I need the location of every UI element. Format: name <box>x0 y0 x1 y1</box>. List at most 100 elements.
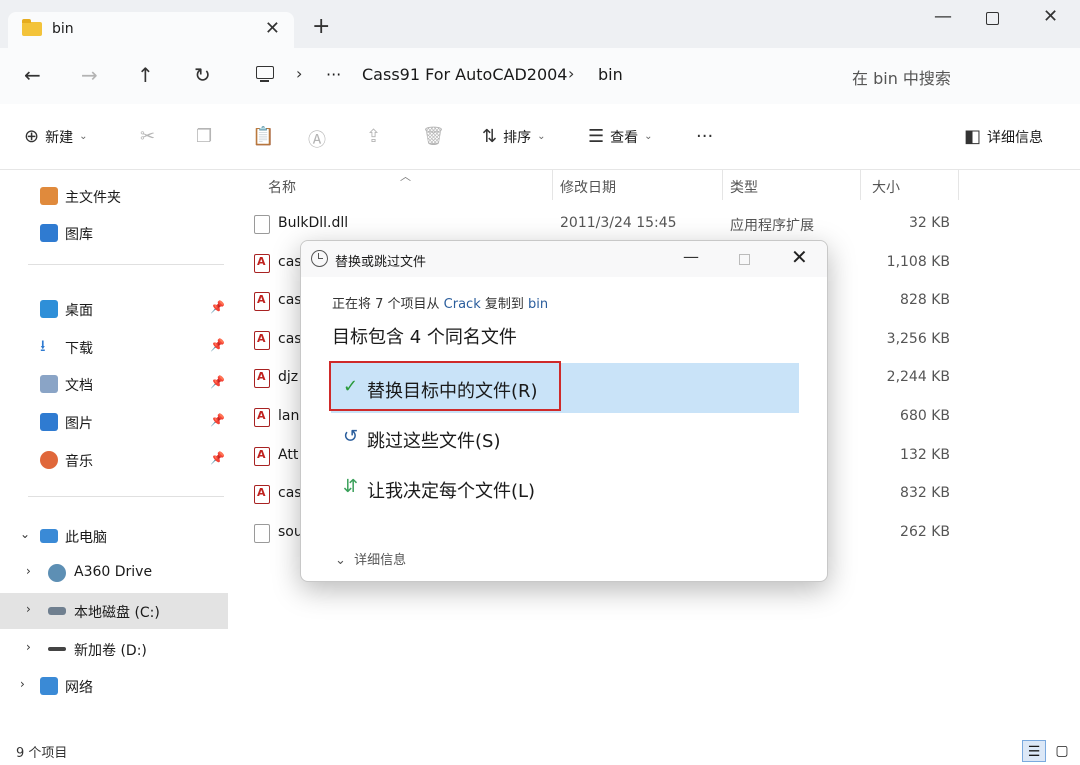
back-button[interactable]: ← <box>24 63 41 87</box>
tab-close-icon[interactable]: ✕ <box>265 18 280 39</box>
paste-button[interactable]: 📋 <box>252 126 274 147</box>
rename-button[interactable]: Ⓐ <box>308 126 326 152</box>
skip-files-option[interactable]: ↺ 跳过这些文件(S) <box>331 413 799 463</box>
file-row[interactable]: BulkDll.dll 2011/3/24 15:45 应用程序扩展 32 KB <box>240 205 980 243</box>
dialog-close-button[interactable]: ✕ <box>791 245 808 269</box>
breadcrumb-ellipsis[interactable]: ··· <box>326 65 341 84</box>
sidebar-item-pictures[interactable]: 图片 📌 <box>0 404 228 440</box>
column-header-size[interactable]: 大小 <box>872 177 900 197</box>
pin-icon[interactable]: 📌 <box>210 300 225 314</box>
details-pane-button[interactable]: ◧ 详细信息 <box>964 126 1043 147</box>
refresh-button[interactable]: ↻ <box>194 63 211 87</box>
file-name: cas <box>278 253 302 270</box>
sidebar-item-documents[interactable]: 文档 📌 <box>0 366 228 402</box>
dialog-title: 替换或跳过文件 <box>335 255 427 270</box>
pin-icon[interactable]: 📌 <box>210 338 225 352</box>
gallery-icon <box>40 224 58 242</box>
copy-icon: ❐ <box>196 126 213 147</box>
pin-icon[interactable]: 📌 <box>210 375 225 389</box>
tiles-view-button[interactable]: ▢ <box>1050 740 1074 762</box>
sidebar-item-music[interactable]: 音乐 📌 <box>0 442 228 478</box>
more-icon: ··· <box>696 126 714 147</box>
forward-button[interactable]: → <box>81 63 98 87</box>
sidebar-item-this-pc[interactable]: ⌄ 此电脑 <box>0 518 228 554</box>
dialog-heading: 目标包含 4 个同名文件 <box>332 327 517 348</box>
pin-icon[interactable]: 📌 <box>210 413 225 427</box>
sidebar-item-drive-d[interactable]: › 新加卷 (D:) <box>0 631 228 667</box>
maximize-button[interactable] <box>986 12 999 25</box>
column-divider[interactable] <box>860 170 861 200</box>
tab-bin[interactable]: bin ✕ <box>8 12 294 48</box>
sidebar-item-network[interactable]: › 网络 <box>0 668 228 704</box>
pictures-icon <box>40 413 58 431</box>
file-name: Att <box>278 446 299 463</box>
cut-button[interactable]: ✂ <box>140 126 155 147</box>
this-pc-icon[interactable] <box>256 66 274 82</box>
file-name: cas <box>278 292 302 309</box>
destination-folder-link[interactable]: bin <box>528 297 548 312</box>
chevron-right-icon[interactable]: › <box>26 564 31 578</box>
share-button[interactable]: ⇪ <box>366 126 381 147</box>
dialog-minimize-button[interactable]: — <box>683 247 699 266</box>
source-folder-link[interactable]: Crack <box>444 297 481 312</box>
undo-icon: ↺ <box>343 426 359 447</box>
sidebar-item-label: 新加卷 (D:) <box>74 643 147 659</box>
copy-button[interactable]: ❐ <box>196 126 212 147</box>
clock-icon <box>311 250 328 267</box>
up-button[interactable]: ↑ <box>137 63 154 87</box>
sidebar-item-desktop[interactable]: 桌面 📌 <box>0 291 228 327</box>
details-view-button[interactable]: ☰ <box>1022 740 1046 762</box>
replace-files-option[interactable]: ✓ 替换目标中的文件(R) <box>329 361 799 413</box>
sort-button[interactable]: ⇅ 排序 ⌄ <box>482 126 545 147</box>
column-divider[interactable] <box>722 170 723 200</box>
search-input[interactable]: 在 bin 中搜索 <box>852 65 951 89</box>
more-options-button[interactable]: ··· <box>696 126 713 147</box>
chevron-down-icon[interactable]: ⌄ <box>20 527 30 541</box>
file-size: 828 KB <box>900 292 950 309</box>
minimize-button[interactable]: — <box>934 6 952 27</box>
home-icon <box>40 187 58 205</box>
close-window-button[interactable]: ✕ <box>1043 6 1058 27</box>
file-name: cas <box>278 485 302 502</box>
details-label: 详细信息 <box>987 129 1044 146</box>
column-divider[interactable] <box>958 170 959 200</box>
sidebar-item-home[interactable]: 主文件夹 <box>0 178 228 214</box>
download-icon: ⭳ <box>40 336 46 355</box>
sidebar-item-label: 此电脑 <box>65 530 107 546</box>
pin-icon[interactable]: 📌 <box>210 451 225 465</box>
sidebar-divider <box>28 264 224 265</box>
breadcrumb-bin[interactable]: bin <box>598 65 623 84</box>
sidebar-item-label: 下载 <box>65 341 93 357</box>
decide-each-file-option[interactable]: ⇵ 让我决定每个文件(L) <box>331 463 799 513</box>
sidebar-item-downloads[interactable]: ⭳ 下载 📌 <box>0 329 228 365</box>
scissors-icon: ✂ <box>140 126 156 147</box>
plus-circle-icon: ⊕ <box>24 126 40 147</box>
chevron-right-icon[interactable]: › <box>26 602 31 616</box>
dialog-maximize-button[interactable] <box>739 254 750 265</box>
chevron-right-icon[interactable]: › <box>568 64 574 83</box>
file-size: 132 KB <box>900 446 950 463</box>
replace-or-skip-dialog: 替换或跳过文件 — ✕ 正在将 7 个项目从 Crack 复制到 bin 目标包… <box>300 240 828 582</box>
delete-button[interactable]: 🗑 <box>422 126 445 147</box>
skip-option-label: 跳过这些文件(S) <box>367 431 501 452</box>
column-header-name[interactable]: 名称 <box>268 177 296 197</box>
more-details-toggle[interactable]: ⌄ 详细信息 <box>335 549 406 568</box>
sidebar-item-label: 主文件夹 <box>65 190 121 206</box>
column-header-type[interactable]: 类型 <box>730 177 758 197</box>
column-divider[interactable] <box>552 170 553 200</box>
autocad-file-icon <box>254 253 270 273</box>
new-tab-button[interactable]: + <box>312 16 330 38</box>
decide-option-label: 让我决定每个文件(L) <box>367 481 536 502</box>
column-header-date[interactable]: 修改日期 <box>560 177 616 197</box>
sidebar-item-drive-c[interactable]: › 本地磁盘 (C:) <box>0 593 228 629</box>
chevron-right-icon[interactable]: › <box>20 677 25 691</box>
new-button[interactable]: ⊕ 新建 ⌄ <box>24 126 87 147</box>
breadcrumb-cass91[interactable]: Cass91 For AutoCAD2004 <box>362 65 567 84</box>
sidebar-item-a360[interactable]: › A360 Drive <box>0 555 228 591</box>
sidebar-item-gallery[interactable]: 图库 <box>0 215 228 251</box>
chevron-right-icon[interactable]: › <box>296 64 302 83</box>
music-icon <box>40 451 58 469</box>
chevron-right-icon[interactable]: › <box>26 640 31 654</box>
view-button[interactable]: ☰ 查看 ⌄ <box>588 126 653 147</box>
navigation-pane: 主文件夹 图库 桌面 📌 ⭳ 下载 📌 文档 📌 图片 📌 音乐 📌 ⌄ 此电脑… <box>0 170 240 730</box>
